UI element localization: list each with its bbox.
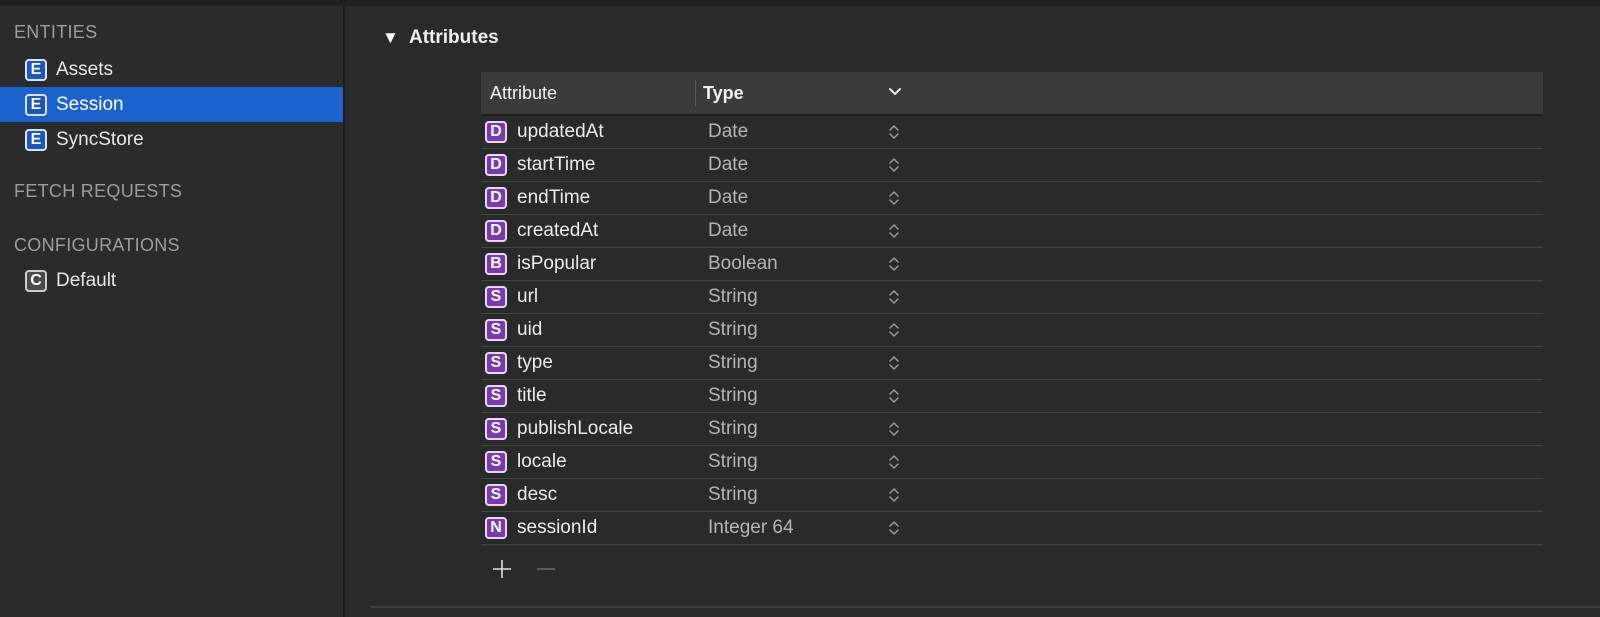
table-body: DupdatedAt Date DstartTime Date DendTime Date… — [481, 116, 1543, 545]
attribute-type-select[interactable]: String — [708, 484, 758, 506]
attribute-type-select[interactable]: String — [708, 451, 758, 473]
sidebar-item-assets[interactable]: E Assets — [0, 52, 343, 87]
attribute-type-icon: S — [485, 385, 507, 407]
section-divider — [371, 606, 1600, 608]
attributes-section-title: Attributes — [409, 27, 499, 48]
remove-icon[interactable] — [535, 558, 557, 580]
attribute-type-icon: N — [485, 517, 507, 539]
table-row[interactable]: Stitle String — [481, 380, 1543, 413]
attribute-type-icon: D — [485, 220, 507, 242]
attribute-type-select[interactable]: Boolean — [708, 253, 778, 275]
table-row[interactable]: Sdesc String — [481, 479, 1543, 512]
table-row[interactable]: DupdatedAt Date — [481, 116, 1543, 149]
attribute-name[interactable]: title — [517, 385, 547, 407]
attribute-name[interactable]: url — [517, 286, 538, 308]
attribute-type-icon: D — [485, 154, 507, 176]
up-down-chevron-icon[interactable] — [887, 222, 901, 240]
attribute-type-select[interactable]: Integer 64 — [708, 517, 794, 539]
up-down-chevron-icon[interactable] — [887, 486, 901, 504]
attributes-table: Attribute Type DupdatedAt Date DstartTime D… — [481, 72, 1543, 545]
sidebar-item-label: Session — [56, 93, 124, 115]
sidebar: ENTITIES E Assets E Session E SyncStore … — [0, 6, 345, 617]
table-row[interactable]: Slocale String — [481, 446, 1543, 479]
table-header: Attribute Type — [481, 72, 1543, 116]
attribute-type-icon: B — [485, 253, 507, 275]
up-down-chevron-icon[interactable] — [887, 156, 901, 174]
up-down-chevron-icon[interactable] — [887, 123, 901, 141]
attribute-type-icon: S — [485, 484, 507, 506]
table-row[interactable]: Surl String — [481, 281, 1543, 314]
up-down-chevron-icon[interactable] — [887, 453, 901, 471]
sidebar-item-label: Default — [56, 269, 117, 291]
attribute-type-select[interactable]: String — [708, 286, 758, 308]
up-down-chevron-icon[interactable] — [887, 354, 901, 372]
column-separator[interactable] — [695, 80, 696, 106]
table-row[interactable]: DcreatedAt Date — [481, 215, 1543, 248]
sidebar-item-syncstore[interactable]: E SyncStore — [0, 122, 343, 157]
attribute-type-icon: S — [485, 286, 507, 308]
table-row[interactable]: Suid String — [481, 314, 1543, 347]
entity-icon: E — [25, 58, 47, 81]
up-down-chevron-icon[interactable] — [887, 288, 901, 306]
attribute-type-select[interactable]: String — [708, 418, 758, 440]
table-row[interactable]: BisPopular Boolean — [481, 248, 1543, 281]
attribute-name[interactable]: sessionId — [517, 517, 597, 539]
attribute-name[interactable]: uid — [517, 319, 542, 341]
attribute-type-select[interactable]: String — [708, 385, 758, 407]
table-row[interactable]: Stype String — [481, 347, 1543, 380]
sidebar-item-label: SyncStore — [56, 128, 144, 150]
up-down-chevron-icon[interactable] — [887, 255, 901, 273]
sidebar-item-session[interactable]: E Session — [0, 87, 343, 122]
attribute-type-icon: S — [485, 451, 507, 473]
table-row[interactable]: SpublishLocale String — [481, 413, 1543, 446]
attribute-type-icon: S — [485, 352, 507, 374]
column-header-type[interactable]: Type — [703, 83, 744, 104]
sidebar-item-label: Assets — [56, 58, 114, 80]
up-down-chevron-icon[interactable] — [887, 420, 901, 438]
attribute-type-select[interactable]: Date — [708, 187, 748, 209]
attribute-name[interactable]: createdAt — [517, 220, 598, 242]
table-row[interactable]: DendTime Date — [481, 182, 1543, 215]
up-down-chevron-icon[interactable] — [887, 189, 901, 207]
attribute-type-icon: D — [485, 121, 507, 143]
attribute-name[interactable]: locale — [517, 451, 567, 473]
entity-icon: E — [25, 93, 47, 116]
entity-icon: E — [25, 128, 47, 151]
attribute-type-select[interactable]: Date — [708, 220, 748, 242]
up-down-chevron-icon[interactable] — [887, 519, 901, 537]
up-down-chevron-icon[interactable] — [887, 387, 901, 405]
table-row[interactable]: DstartTime Date — [481, 149, 1543, 182]
configurations-section-title: CONFIGURATIONS — [14, 235, 180, 255]
attribute-type-icon: D — [485, 187, 507, 209]
attributes-editor: ▼ Attributes Attribute Type DupdatedAt Da… — [347, 6, 1600, 617]
up-down-chevron-icon[interactable] — [887, 321, 901, 339]
add-icon[interactable] — [491, 558, 513, 580]
attribute-type-select[interactable]: Date — [708, 154, 748, 176]
attribute-name[interactable]: startTime — [517, 154, 595, 176]
attribute-type-select[interactable]: String — [708, 352, 758, 374]
disclosure-triangle-icon[interactable]: ▼ — [382, 28, 399, 48]
configuration-icon: C — [25, 269, 47, 292]
attribute-type-icon: S — [485, 319, 507, 341]
attribute-name[interactable]: updatedAt — [517, 121, 604, 143]
table-row[interactable]: NsessionId Integer 64 — [481, 512, 1543, 545]
attribute-name[interactable]: type — [517, 352, 553, 374]
attribute-name[interactable]: isPopular — [517, 253, 596, 275]
column-header-attribute[interactable]: Attribute — [490, 83, 557, 104]
attribute-name[interactable]: publishLocale — [517, 418, 633, 440]
attribute-type-icon: S — [485, 418, 507, 440]
sidebar-item-default[interactable]: C Default — [0, 263, 343, 298]
attribute-name[interactable]: endTime — [517, 187, 590, 209]
chevron-down-icon[interactable] — [885, 82, 905, 102]
entities-section-title: ENTITIES — [14, 22, 98, 42]
attribute-name[interactable]: desc — [517, 484, 557, 506]
fetch-requests-section-title: FETCH REQUESTS — [14, 181, 183, 201]
attribute-type-select[interactable]: String — [708, 319, 758, 341]
attribute-type-select[interactable]: Date — [708, 121, 748, 143]
table-footer-buttons — [491, 558, 571, 582]
